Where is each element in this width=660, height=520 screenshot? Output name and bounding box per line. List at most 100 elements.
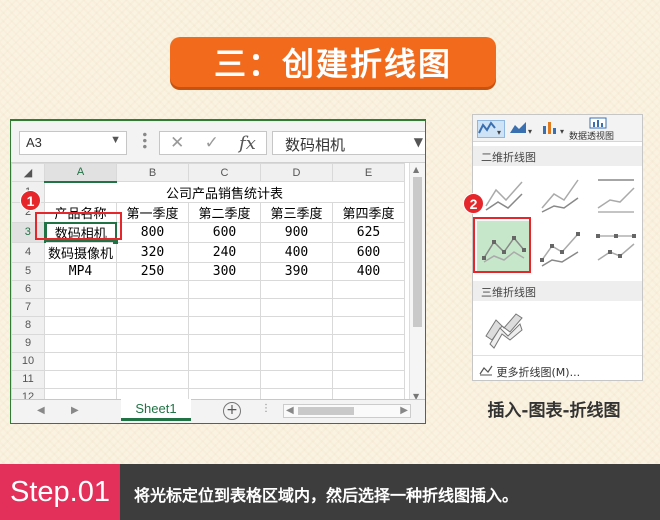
column-header[interactable]: B bbox=[116, 163, 189, 182]
drag-handle-icon[interactable]: ••• bbox=[137, 131, 151, 149]
empty-cell[interactable] bbox=[260, 315, 333, 335]
empty-cell[interactable] bbox=[44, 297, 117, 317]
data-cell[interactable]: 数码摄像机 bbox=[44, 241, 117, 263]
data-cell[interactable]: 600 bbox=[332, 241, 405, 263]
name-box[interactable]: A3 ▼ bbox=[19, 131, 127, 155]
row-header[interactable]: 11 bbox=[11, 369, 45, 389]
data-cell[interactable]: 800 bbox=[116, 221, 189, 243]
data-cell[interactable]: 320 bbox=[116, 241, 189, 263]
chart-thumb-stacked-line[interactable] bbox=[537, 171, 581, 215]
empty-cell[interactable] bbox=[332, 279, 405, 299]
empty-cell[interactable] bbox=[116, 279, 189, 299]
chart-thumb-stacked-line-markers[interactable] bbox=[537, 225, 581, 269]
empty-cell[interactable] bbox=[188, 315, 261, 335]
more-line-charts-link[interactable]: 更多折线图(M)... bbox=[479, 364, 580, 380]
hscroll-thumb[interactable] bbox=[298, 407, 354, 415]
chart-thumb-3d-line[interactable] bbox=[481, 305, 525, 349]
scroll-up-icon[interactable]: ▲ bbox=[413, 165, 419, 174]
empty-cell[interactable] bbox=[332, 297, 405, 317]
scroll-thumb[interactable] bbox=[413, 177, 422, 327]
header-cell[interactable]: 第四季度 bbox=[332, 201, 405, 223]
insert-function-icon[interactable]: fx bbox=[239, 133, 256, 154]
add-sheet-icon[interactable]: + bbox=[223, 402, 241, 420]
empty-cell[interactable] bbox=[188, 297, 261, 317]
empty-cell[interactable] bbox=[332, 315, 405, 335]
empty-cell[interactable] bbox=[116, 333, 189, 353]
chart-thumb-line[interactable] bbox=[481, 171, 525, 215]
empty-cell[interactable] bbox=[260, 333, 333, 353]
empty-cell[interactable] bbox=[332, 369, 405, 389]
chart-thumb-100-stacked-line[interactable] bbox=[593, 171, 637, 215]
empty-cell[interactable] bbox=[44, 351, 117, 371]
data-cell[interactable]: 625 bbox=[332, 221, 405, 243]
empty-cell[interactable] bbox=[188, 279, 261, 299]
vertical-scrollbar[interactable]: ▲ ▼ bbox=[409, 163, 425, 403]
area-chart-button[interactable]: ▾ bbox=[509, 120, 539, 138]
scroll-right-icon[interactable]: ▶ bbox=[400, 405, 408, 416]
step-instruction: 将光标定位到表格区域内，然后选择一种折线图插入。 bbox=[134, 486, 519, 505]
scroll-left-icon[interactable]: ◀ bbox=[286, 405, 294, 416]
row-header[interactable]: 10 bbox=[11, 351, 45, 371]
empty-cell[interactable] bbox=[116, 297, 189, 317]
combo-chart-button[interactable]: ▾ bbox=[541, 120, 569, 138]
expand-formula-icon[interactable]: ▼ bbox=[414, 135, 423, 149]
title-banner: 三：创建折线图 bbox=[170, 37, 496, 87]
cancel-icon[interactable]: ✕ bbox=[170, 133, 184, 153]
formula-input[interactable]: 数码相机 ▼ bbox=[272, 131, 425, 155]
line-chart-button[interactable]: ▾ bbox=[477, 120, 505, 138]
data-cell[interactable]: 240 bbox=[188, 241, 261, 263]
splitter-icon[interactable]: ⋮ bbox=[261, 403, 271, 414]
data-cell[interactable]: 900 bbox=[260, 221, 333, 243]
empty-cell[interactable] bbox=[260, 279, 333, 299]
column-header[interactable]: A bbox=[44, 163, 117, 183]
bar-chart-icon bbox=[543, 122, 556, 134]
row-header[interactable]: 4 bbox=[11, 241, 45, 263]
header-cell[interactable]: 第三季度 bbox=[260, 201, 333, 223]
name-box-dropdown-icon[interactable]: ▼ bbox=[110, 134, 121, 146]
header-cell[interactable]: 第一季度 bbox=[116, 201, 189, 223]
data-cell[interactable]: 390 bbox=[260, 261, 333, 281]
3d-line-thumb-icon bbox=[485, 313, 523, 349]
data-cell[interactable]: 600 bbox=[188, 221, 261, 243]
data-cell[interactable]: 400 bbox=[332, 261, 405, 281]
row-header[interactable]: 6 bbox=[11, 279, 45, 299]
row-header[interactable]: 7 bbox=[11, 297, 45, 317]
data-cell[interactable]: 400 bbox=[260, 241, 333, 263]
empty-cell[interactable] bbox=[188, 333, 261, 353]
data-cell[interactable]: MP4 bbox=[44, 261, 117, 281]
data-cell[interactable]: 300 bbox=[188, 261, 261, 281]
data-cell[interactable]: 250 bbox=[116, 261, 189, 281]
sheet-prev-icon[interactable]: ◀ bbox=[37, 405, 45, 416]
empty-cell[interactable] bbox=[188, 351, 261, 371]
column-header[interactable]: C bbox=[188, 163, 261, 182]
column-header[interactable]: D bbox=[260, 163, 333, 182]
empty-cell[interactable] bbox=[260, 297, 333, 317]
empty-cell[interactable] bbox=[44, 315, 117, 335]
select-all-corner[interactable]: ◢ bbox=[11, 163, 45, 182]
pivot-chart-label[interactable]: 数据透视图 bbox=[569, 129, 614, 142]
chart-toolbar: ▾ ▾ ▾ 数据透视图 bbox=[473, 115, 642, 142]
row-header[interactable]: 5 bbox=[11, 261, 45, 281]
table-title-cell[interactable]: 公司产品销售统计表 bbox=[44, 181, 405, 203]
empty-cell[interactable] bbox=[260, 351, 333, 371]
row-header[interactable]: 9 bbox=[11, 333, 45, 353]
row-header[interactable]: 8 bbox=[11, 315, 45, 335]
sheet-tab[interactable]: Sheet1 bbox=[121, 399, 191, 421]
empty-cell[interactable] bbox=[44, 333, 117, 353]
empty-cell[interactable] bbox=[44, 279, 117, 299]
empty-cell[interactable] bbox=[188, 369, 261, 389]
horizontal-scrollbar[interactable]: ◀ ▶ bbox=[283, 404, 411, 418]
header-cell[interactable]: 第二季度 bbox=[188, 201, 261, 223]
empty-cell[interactable] bbox=[116, 351, 189, 371]
empty-cell[interactable] bbox=[116, 315, 189, 335]
empty-cell[interactable] bbox=[44, 369, 117, 389]
enter-icon[interactable]: ✓ bbox=[205, 133, 219, 153]
empty-cell[interactable] bbox=[260, 369, 333, 389]
sheet-next-icon[interactable]: ▶ bbox=[71, 405, 79, 416]
empty-cell[interactable] bbox=[332, 333, 405, 353]
empty-cell[interactable] bbox=[332, 351, 405, 371]
chart-thumb-100-stacked-markers[interactable] bbox=[593, 225, 637, 269]
column-header[interactable]: E bbox=[332, 163, 405, 182]
excel-window: A3 ▼ ••• ✕ ✓ fx 数码相机 ▼ ◢ A B C D E 1 公司产… bbox=[10, 119, 426, 424]
empty-cell[interactable] bbox=[116, 369, 189, 389]
